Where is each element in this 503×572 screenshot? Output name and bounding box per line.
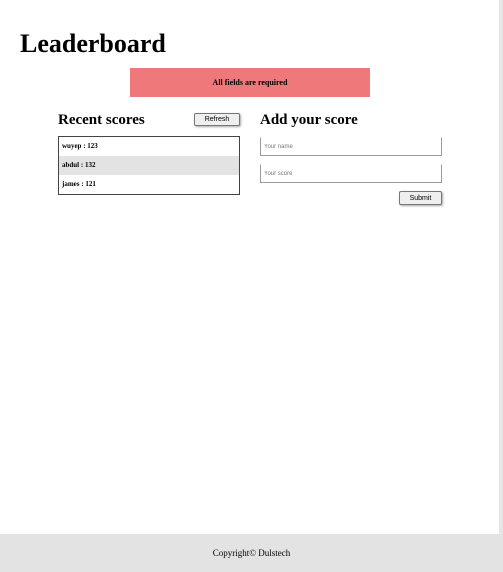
score-row: james : 121 <box>62 180 96 188</box>
name-input[interactable] <box>260 137 442 156</box>
scrollbar-track[interactable] <box>499 0 503 534</box>
error-alert: All fields are required <box>130 68 370 97</box>
submit-button[interactable]: Submit <box>399 191 442 205</box>
score-input[interactable] <box>260 164 442 183</box>
scores-list: wuyep : 123 abdul : 132 james : 121 <box>58 136 240 195</box>
page-title: Leaderboard <box>20 29 166 58</box>
add-score-title: Add your score <box>260 112 358 128</box>
recent-scores-title: Recent scores <box>58 112 145 128</box>
score-row: wuyep : 123 <box>62 142 98 150</box>
score-row: abdul : 132 <box>59 156 239 175</box>
copyright-text: Copyright© Dulstech <box>212 548 291 558</box>
footer: Copyright© Dulstech <box>0 534 503 572</box>
refresh-button[interactable]: Refresh <box>194 113 240 126</box>
